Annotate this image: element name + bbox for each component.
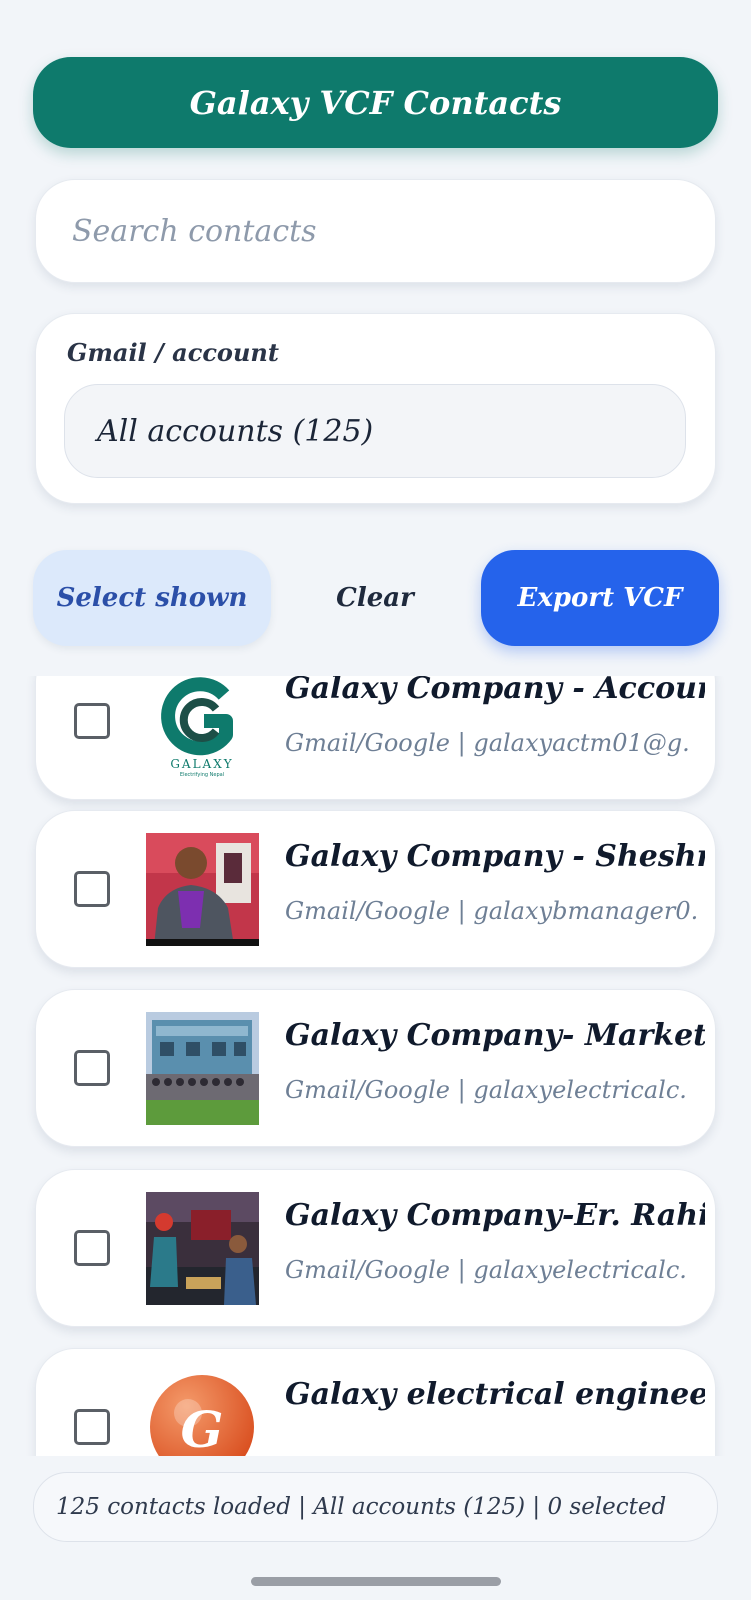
contact-email: Gmail/Google | galaxybmanager0.	[285, 897, 699, 925]
contact-card[interactable]: Galaxy Company - Sheshna. Gmail/Google |…	[35, 810, 716, 968]
person-photo-icon	[146, 833, 259, 946]
contact-name: Galaxy Company- Marketin.	[285, 1018, 705, 1053]
group-photo-icon	[146, 1012, 259, 1125]
svg-text:Electrifying Nepal: Electrifying Nepal	[180, 772, 224, 778]
search-input[interactable]	[70, 212, 681, 250]
svg-text:G: G	[181, 1400, 224, 1456]
contact-name: Galaxy Company-Er. Rahis.	[285, 1198, 705, 1233]
app-title-bar: Galaxy VCF Contacts	[33, 57, 718, 148]
showroom-photo-avatar	[146, 1192, 259, 1305]
account-select[interactable]: All accounts (125)	[64, 384, 686, 478]
home-indicator[interactable]	[251, 1577, 501, 1586]
letter-avatar: G	[146, 1371, 259, 1456]
person-photo-avatar	[146, 833, 259, 946]
account-filter-label: Gmail / account	[67, 338, 279, 367]
contact-card[interactable]: Galaxy Company- Marketin. Gmail/Google |…	[35, 989, 716, 1147]
contact-checkbox[interactable]	[74, 1050, 110, 1086]
account-filter-card: Gmail / account All accounts (125)	[35, 313, 716, 504]
showroom-photo-icon	[146, 1192, 259, 1305]
contact-checkbox[interactable]	[74, 703, 110, 739]
status-text: 125 contacts loaded | All accounts (125)…	[56, 1494, 667, 1520]
contact-name: Galaxy Company - Sheshna.	[285, 839, 705, 874]
export-vcf-button[interactable]: Export VCF	[481, 550, 719, 646]
status-bar: 125 contacts loaded | All accounts (125)…	[33, 1472, 718, 1542]
select-shown-button[interactable]: Select shown	[33, 550, 271, 646]
contact-card[interactable]: Galaxy Company-Er. Rahis. Gmail/Google |…	[35, 1169, 716, 1327]
contact-card[interactable]: G Galaxy electrical engineerin.	[35, 1348, 716, 1456]
svg-text:GALAXY: GALAXY	[170, 757, 233, 771]
contact-email: Gmail/Google | galaxyelectricalc.	[285, 1076, 687, 1104]
clear-button[interactable]: Clear	[256, 550, 494, 646]
contact-email: Gmail/Google | galaxyelectricalc.	[285, 1256, 687, 1284]
galaxy-logo-icon: GALAXY Electrifying Nepal	[146, 676, 259, 778]
contact-card[interactable]: GALAXY Electrifying Nepal Galaxy Company…	[35, 676, 716, 800]
group-photo-avatar	[146, 1012, 259, 1125]
contact-name: Galaxy Company - Account.	[285, 676, 705, 706]
app-title: Galaxy VCF Contacts	[189, 83, 562, 122]
search-box[interactable]	[35, 179, 716, 283]
contact-email: Gmail/Google | galaxyactm01@g.	[285, 729, 690, 757]
contact-checkbox[interactable]	[74, 871, 110, 907]
contact-checkbox[interactable]	[74, 1409, 110, 1445]
galaxy-logo-avatar: GALAXY Electrifying Nepal	[146, 676, 259, 778]
contact-name: Galaxy electrical engineerin.	[285, 1377, 705, 1412]
contact-checkbox[interactable]	[74, 1230, 110, 1266]
letter-avatar-icon: G	[150, 1375, 254, 1456]
contact-list[interactable]: GALAXY Electrifying Nepal Galaxy Company…	[0, 676, 751, 1456]
